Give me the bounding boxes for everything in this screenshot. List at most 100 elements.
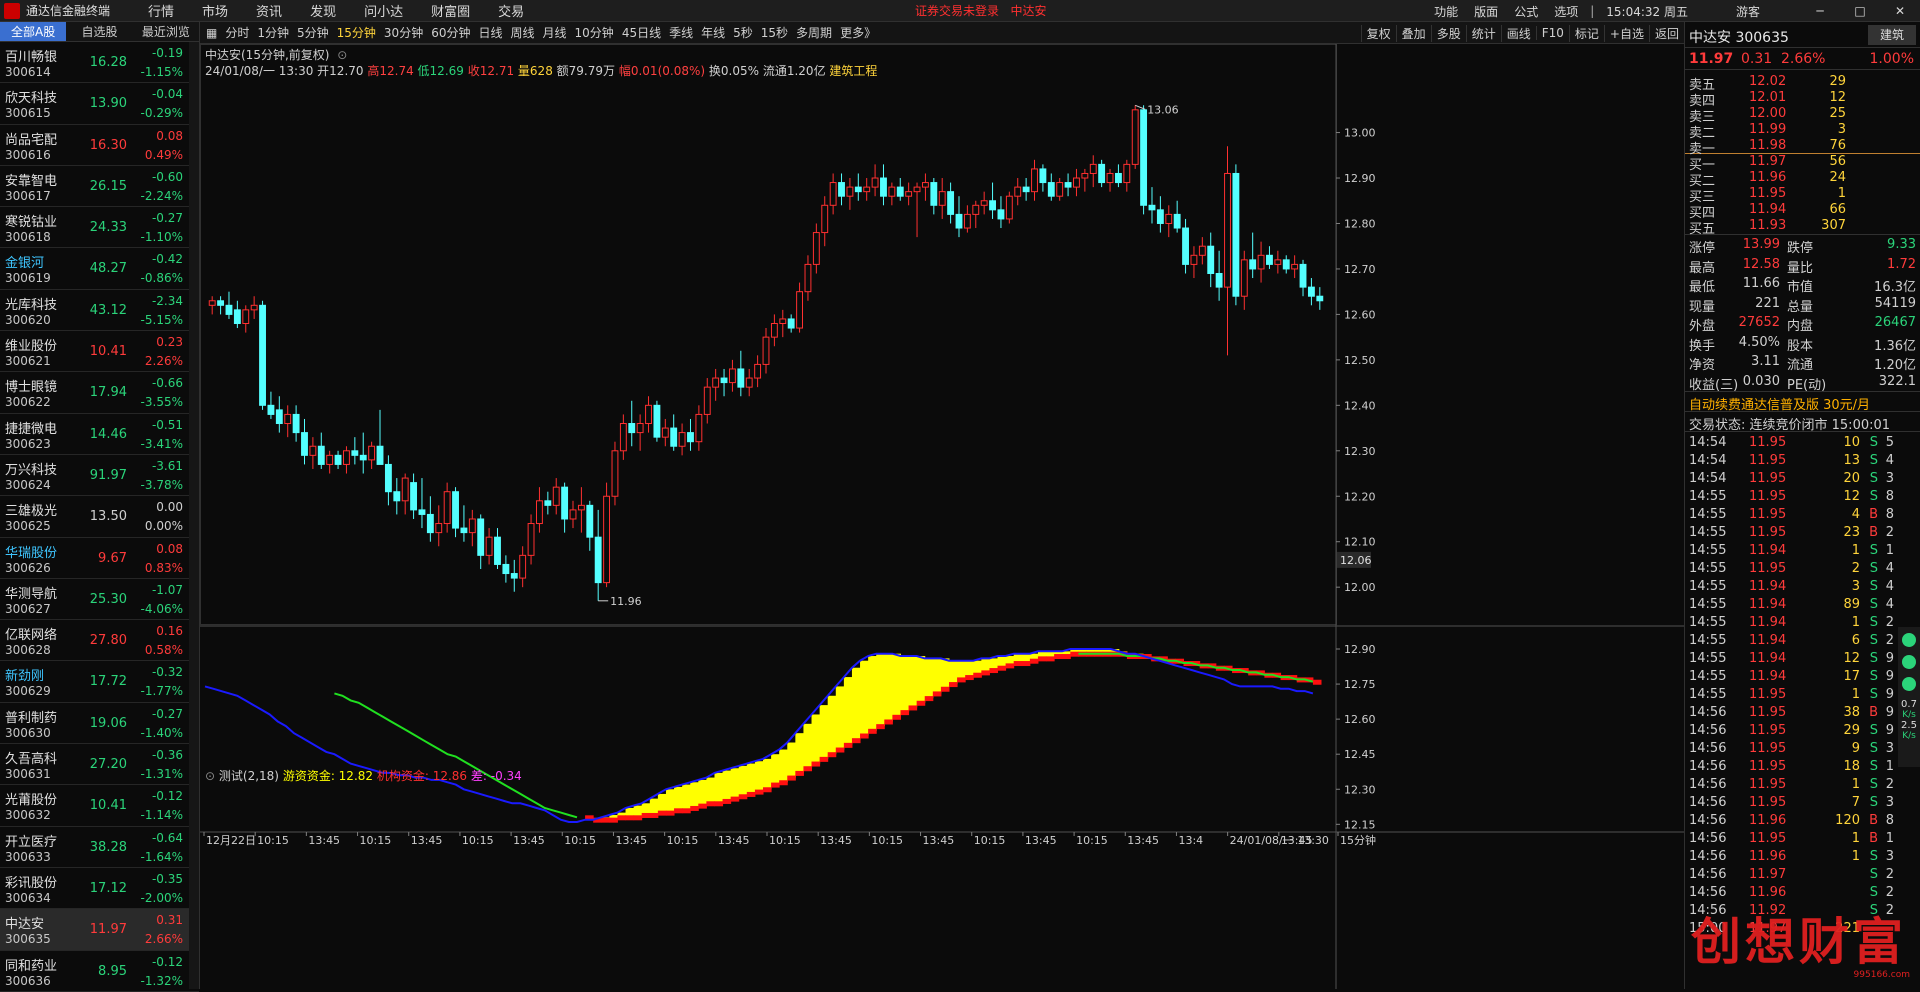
order-level[interactable]: 买五 11.93 307	[1685, 218, 1920, 237]
menu-gongshi[interactable]: 公式	[1514, 3, 1538, 20]
minimize-icon[interactable]: ─	[1808, 4, 1832, 18]
tool-button[interactable]: 叠加	[1395, 24, 1431, 42]
stock-row[interactable]: 开立医疗 300633 38.28 -0.64 -1.64%	[0, 827, 199, 868]
tool-button[interactable]: 返回	[1648, 24, 1684, 42]
tab-period[interactable]: 5分钟	[297, 24, 329, 41]
stock-row[interactable]: 华瑞股份 300626 9.67 0.08 0.83%	[0, 538, 199, 579]
menu-wenxiaoda[interactable]: 问小达	[364, 1, 403, 20]
panel-toggle-icon[interactable]: ▦	[206, 26, 217, 40]
stock-row[interactable]: 万兴科技 300624 91.97 -3.61 -3.78%	[0, 455, 199, 497]
menu-jiaoyi[interactable]: 交易	[498, 1, 524, 20]
user-label[interactable]: 游客	[1736, 3, 1760, 20]
tick-time: 14:55	[1689, 597, 1727, 612]
tool-button[interactable]: F10	[1535, 26, 1569, 40]
order-level[interactable]: 卖五 12.02 29	[1685, 74, 1920, 93]
stock-row[interactable]: 博士眼镜 300622 17.94 -0.66 -3.55%	[0, 372, 199, 414]
stock-name: 华测导航	[5, 586, 58, 602]
menu-hangqing[interactable]: 行情	[148, 1, 174, 20]
tab-period[interactable]: 周线	[511, 24, 535, 41]
tab-period[interactable]: 15分钟	[337, 24, 376, 41]
stock-row[interactable]: 寒锐钴业 300618 24.33 -0.27 -1.10%	[0, 207, 199, 249]
industry-tag[interactable]: 建筑	[1868, 25, 1916, 45]
indicator-tick-label: 12.45	[1344, 748, 1376, 761]
stock-row[interactable]: 光库科技 300620 43.12 -2.34 -5.15%	[0, 290, 199, 332]
tab-period[interactable]: 1分钟	[257, 24, 289, 41]
login-notice[interactable]: 证券交易未登录 中达安	[915, 2, 1046, 19]
tab-watchlist[interactable]: 自选股	[66, 22, 132, 41]
tick-volume: 12	[1843, 489, 1860, 504]
stock-row[interactable]: 安靠智电 300617 26.15 -0.60 -2.24%	[0, 166, 199, 208]
tab-period[interactable]: 年线	[701, 24, 725, 41]
stock-row[interactable]: 亿联网络 300628 27.80 0.16 0.58%	[0, 620, 199, 662]
stock-row[interactable]: 金银河 300619 48.27 -0.42 -0.86%	[0, 248, 199, 290]
tick-side: S	[1869, 489, 1878, 504]
stock-row[interactable]: 光莆股份 300632 10.41 -0.12 -1.14%	[0, 785, 199, 827]
tool-button[interactable]: 多股	[1430, 24, 1466, 42]
stock-row[interactable]: 新劲刚 300629 17.72 -0.32 -1.77%	[0, 661, 199, 703]
tab-period[interactable]: 月线	[543, 24, 567, 41]
stock-name: 博士眼镜	[5, 380, 58, 396]
order-level[interactable]: 卖一 11.98 76	[1685, 138, 1920, 157]
stock-row[interactable]: 华测导航 300627 25.30 -1.07 -4.06%	[0, 579, 199, 621]
menu-banmian[interactable]: 版面	[1474, 3, 1498, 20]
stock-row[interactable]: 维业股份 300621 10.41 0.23 2.26%	[0, 331, 199, 373]
stock-percent: -3.41%	[140, 436, 183, 451]
menu-faxian[interactable]: 发现	[310, 1, 336, 20]
stock-row[interactable]: 同和药业 300636 8.95 -0.12 -1.32%	[0, 951, 199, 992]
candle-body	[267, 404, 275, 415]
tab-period[interactable]: 更多》	[840, 24, 876, 41]
tool-button[interactable]: 统计	[1465, 24, 1501, 42]
stock-row[interactable]: 彩讯股份 300634 17.12 -0.35 -2.00%	[0, 868, 199, 910]
stock-row[interactable]: 久吾高科 300631 27.20 -0.36 -1.31%	[0, 744, 199, 786]
tab-period[interactable]: 45日线	[622, 24, 661, 41]
tool-button[interactable]: +自选	[1603, 24, 1649, 42]
tab-period[interactable]: 分时	[225, 24, 249, 41]
stock-row[interactable]: 百川畅银 300614 16.28 -0.19 -1.15%	[0, 42, 199, 84]
candle-body	[468, 518, 476, 534]
stock-row[interactable]: 捷捷微电 300623 14.46 -0.51 -3.41%	[0, 414, 199, 455]
order-level[interactable]: 买四 11.94 66	[1685, 202, 1920, 221]
indicator-tick-label: 12.60	[1344, 713, 1376, 726]
order-level[interactable]: 卖四 12.01 12	[1685, 90, 1920, 109]
promo-banner[interactable]: 自动续费通达信普及版 30元/月	[1685, 392, 1920, 413]
stock-row[interactable]: 欣天科技 300615 13.90 -0.04 -0.29%	[0, 83, 199, 125]
chart-area[interactable]: 13.00 12.90 12.80 12.70 12.60 12.50 12.40 12.30…	[200, 44, 1684, 989]
tab-period[interactable]: 日线	[478, 24, 502, 41]
tab-period[interactable]: 30分钟	[384, 24, 423, 41]
menu-zixun[interactable]: 资讯	[256, 1, 282, 20]
bar-industry[interactable]: 建筑工程	[829, 64, 877, 78]
tool-button[interactable]: 标记	[1568, 24, 1604, 42]
indicator-settings-icon[interactable]: ⊙	[205, 769, 215, 783]
order-level[interactable]: 卖三 12.00 25	[1685, 106, 1920, 125]
close-icon[interactable]: ✕	[1888, 4, 1912, 18]
candle-body	[250, 304, 258, 311]
order-level[interactable]: 买一 11.97 56	[1685, 154, 1920, 173]
stock-row[interactable]: 普利制药 300630 19.06 -0.27 -1.40%	[0, 703, 199, 745]
menu-xuanxiang[interactable]: 选项	[1554, 3, 1578, 20]
menu-gongneng[interactable]: 功能	[1434, 3, 1458, 20]
tab-period[interactable]: 10分钟	[575, 24, 614, 41]
order-level[interactable]: 买二 11.96 24	[1685, 170, 1920, 189]
stock-row[interactable]: 尚品宅配 300616 16.30 0.08 0.49%	[0, 125, 199, 166]
order-level[interactable]: 买三 11.95 1	[1685, 186, 1920, 205]
stock-row[interactable]: 中达安 300635 11.97 0.31 2.66%	[0, 909, 199, 951]
chart-settings-icon[interactable]: ⊙	[337, 48, 347, 62]
stat-val1: 4.50%	[1738, 334, 1780, 350]
tab-period[interactable]: 季线	[669, 24, 693, 41]
list-scrollbar[interactable]	[189, 42, 199, 989]
menu-shichang[interactable]: 市场	[202, 1, 228, 20]
tab-recent[interactable]: 最近浏览	[133, 22, 199, 41]
maximize-icon[interactable]: □	[1848, 4, 1872, 18]
tool-button[interactable]: 画线	[1500, 24, 1536, 42]
tab-all-a-shares[interactable]: 全部A股	[0, 22, 67, 41]
order-level[interactable]: 卖二 11.99 3	[1685, 122, 1920, 141]
kline-chart-svg[interactable]: 13.00 12.90 12.80 12.70 12.60 12.50 12.40 12.30…	[200, 44, 1684, 989]
tool-button[interactable]: 复权	[1360, 24, 1396, 42]
tab-period[interactable]: 5秒	[733, 24, 753, 41]
menu-caifuquan[interactable]: 财富圈	[431, 1, 470, 20]
tab-period[interactable]: 多周期	[796, 24, 832, 41]
tab-period[interactable]: 60分钟	[431, 24, 470, 41]
tab-period[interactable]: 15秒	[761, 24, 788, 41]
level-price: 12.02	[1749, 74, 1787, 89]
stock-row[interactable]: 三雄极光 300625 13.50 0.00 0.00%	[0, 496, 199, 538]
